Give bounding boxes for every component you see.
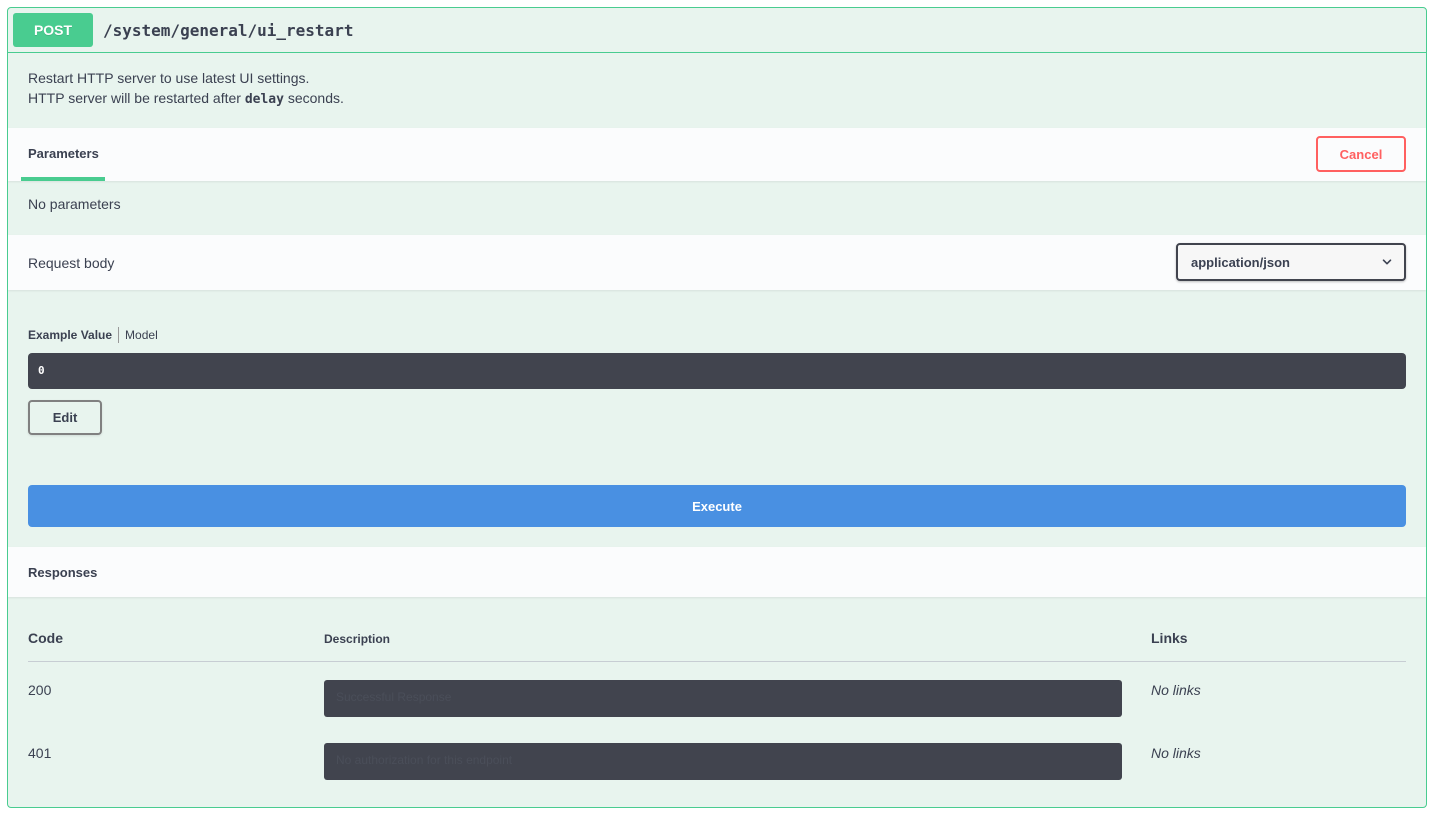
- response-description: Successful Response: [324, 680, 1122, 717]
- operation-summary[interactable]: POST /system/general/ui_restart: [8, 8, 1426, 53]
- responses-header: Responses: [8, 547, 1426, 597]
- response-links: No links: [1151, 745, 1201, 761]
- example-tabs: Example Value Model: [28, 327, 158, 343]
- description-text: HTTP server will be restarted after: [28, 90, 245, 106]
- tab-model[interactable]: Model: [119, 328, 158, 342]
- cancel-button[interactable]: Cancel: [1316, 136, 1406, 172]
- column-header-code: Code: [28, 630, 63, 646]
- table-header-divider: [28, 661, 1406, 662]
- chevron-down-icon: [1382, 259, 1392, 265]
- description-line-2: HTTP server will be restarted after dela…: [28, 88, 344, 110]
- delay-code: delay: [244, 92, 284, 107]
- tab-example-value[interactable]: Example Value: [28, 328, 118, 342]
- tab-parameters[interactable]: Parameters: [28, 146, 99, 161]
- response-code: 200: [28, 682, 52, 698]
- method-badge: POST: [13, 13, 93, 47]
- parameters-header: Parameters Cancel: [8, 128, 1426, 181]
- description-text-end: seconds.: [283, 90, 344, 106]
- operation-description: Restart HTTP server to use latest UI set…: [28, 68, 344, 110]
- active-tab-indicator: [21, 177, 105, 181]
- edit-button[interactable]: Edit: [28, 400, 102, 435]
- response-code: 401: [28, 745, 52, 761]
- column-header-description: Description: [324, 632, 391, 646]
- example-value-box: 0: [28, 353, 1406, 389]
- responses-title: Responses: [28, 565, 98, 580]
- operation-path: /system/general/ui_restart: [103, 20, 354, 40]
- response-description: No authorization for this endpoint: [324, 743, 1122, 780]
- request-body-label: Request body: [28, 255, 115, 271]
- content-type-select[interactable]: application/json: [1176, 243, 1406, 281]
- execute-button[interactable]: Execute: [28, 485, 1406, 527]
- content-type-value: application/json: [1191, 254, 1290, 270]
- request-body-header: Request body application/json: [8, 235, 1426, 290]
- description-line-1: Restart HTTP server to use latest UI set…: [28, 70, 310, 86]
- post-operation-block: POST /system/general/ui_restart Restart …: [7, 7, 1427, 808]
- column-header-links: Links: [1151, 630, 1188, 646]
- response-links: No links: [1151, 682, 1201, 698]
- no-parameters-text: No parameters: [28, 196, 121, 212]
